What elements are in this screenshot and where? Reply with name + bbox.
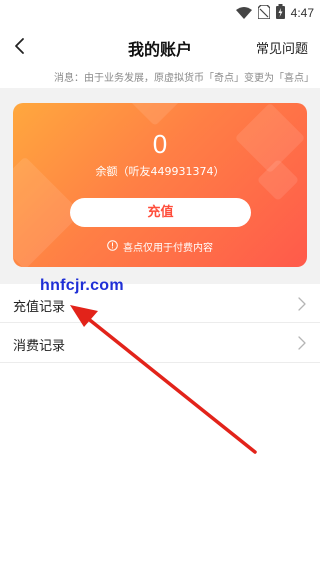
- chevron-right-icon: [298, 336, 306, 350]
- no-sim-icon: [256, 3, 271, 23]
- info-icon: [107, 239, 118, 254]
- list-divider: [0, 362, 320, 363]
- recharge-records-label: 充值记录: [13, 300, 66, 315]
- chevron-right-icon: [298, 297, 306, 311]
- recharge-button[interactable]: 充值: [70, 198, 251, 227]
- wifi-icon: [235, 4, 252, 23]
- card-decoration: [123, 103, 187, 127]
- notice-text: 消息：由于业务发展，原虚拟货币「奇点」变更为「喜点」: [54, 73, 314, 84]
- card-note: 喜点仅用于付费内容: [13, 239, 307, 254]
- watermark-text: hnfcjr.com: [40, 277, 124, 294]
- status-icons: 4:47: [235, 3, 314, 23]
- balance-card: 0 余额（听友449931374） 充值 喜点仅用于付费内容: [13, 103, 307, 267]
- status-bar: 4:47: [0, 0, 320, 26]
- battery-icon: [275, 3, 285, 23]
- balance-caption: 余额（听友449931374）: [95, 165, 225, 178]
- app-header: 我的账户 常见问题: [0, 26, 320, 66]
- balance-amount: 0: [152, 129, 168, 159]
- consumption-records-label: 消费记录: [13, 339, 66, 354]
- consumption-records-row[interactable]: 消费记录: [0, 323, 320, 363]
- card-note-text: 喜点仅用于付费内容: [123, 243, 213, 254]
- faq-button[interactable]: 常见问题: [256, 38, 308, 57]
- notice-bar: 消息：由于业务发展，原虚拟货币「奇点」变更为「喜点」: [0, 66, 320, 88]
- status-time: 4:47: [290, 6, 314, 20]
